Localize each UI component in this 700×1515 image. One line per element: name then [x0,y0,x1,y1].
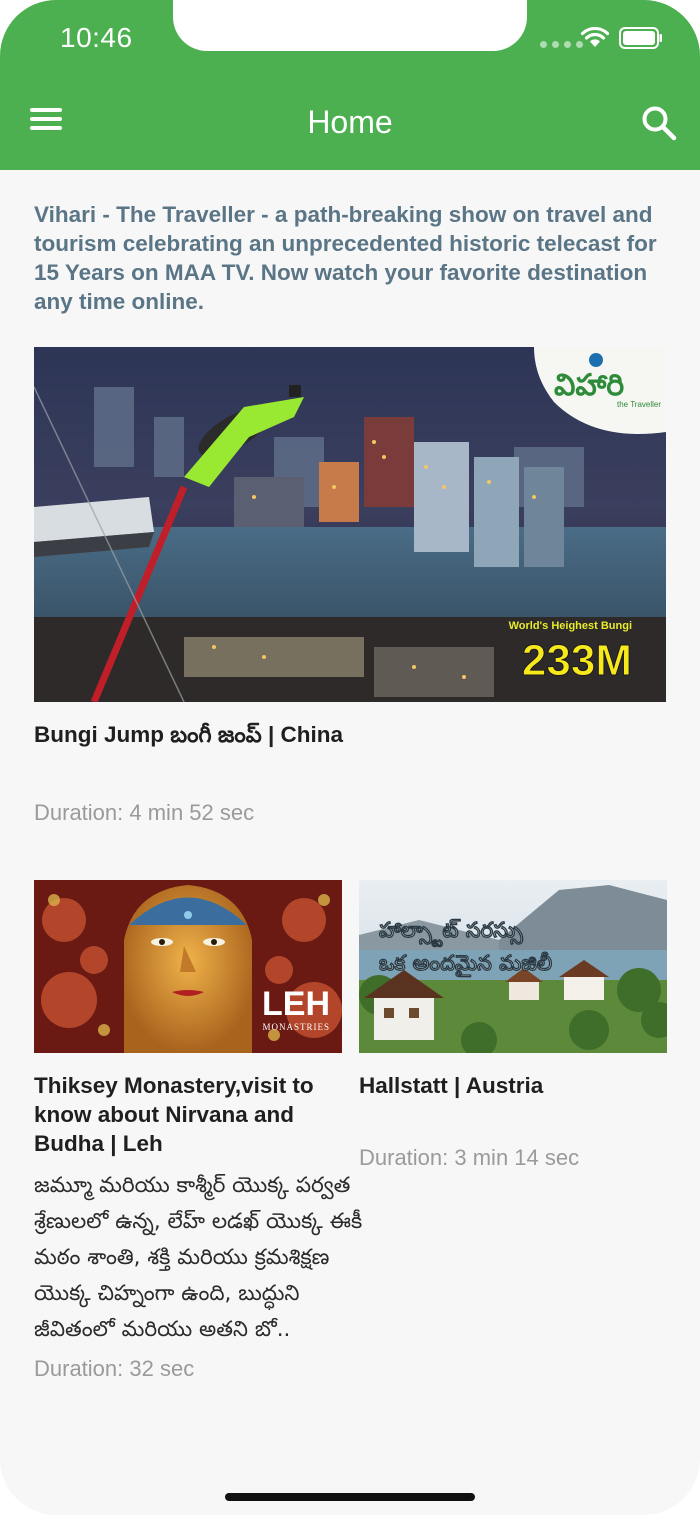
thumb-overlay-line2: ఒక అందమైన మజిలీ [379,951,553,978]
video-duration: Duration: 32 sec [34,1356,195,1381]
wifi-icon [580,26,610,47]
device-notch [173,0,527,51]
thumb-big-number: 233M [522,636,632,685]
video-title[interactable]: Hallstatt | Austria [359,1071,667,1100]
page-title: Home [307,104,393,140]
thumb-overlay-subtext: MONASTRIES [262,1022,330,1032]
search-icon[interactable] [640,104,678,142]
thumb-logo-sub: the Traveller [617,400,661,409]
thumb-logo: విహారి [554,368,624,403]
video-card[interactable]: హాల్స్టాట్ సరస్సు ఒక అందమైన మజిలీ Hallst… [359,880,667,1171]
featured-video-title[interactable]: Bungi Jump బంగీ జంప్ | China [34,722,666,753]
app-screen: 10:46 Home Vihari - The Traveller - a pa… [0,0,700,1515]
cellular-signal-icon [540,41,583,48]
video-title[interactable]: Thiksey Monastery,visit to know about Ni… [34,1071,342,1158]
intro-text: Vihari - The Traveller - a path-breaking… [34,202,657,314]
app-header: 10:46 Home [0,0,700,170]
status-time: 10:46 [60,22,133,53]
battery-icon [619,27,662,49]
thumb-overlay-text: LEH [262,985,330,1023]
featured-video-duration: Duration: 4 min 52 sec [34,800,255,825]
video-duration: Duration: 3 min 14 sec [359,1145,580,1170]
featured-video-thumbnail[interactable]: విహారి the Traveller World's Heighest Bu… [34,347,666,702]
video-thumbnail[interactable]: LEH MONASTRIES [34,880,342,1053]
thumb-caption: World's Heighest Bungi [509,620,632,632]
home-indicator[interactable] [225,1493,475,1501]
video-card[interactable]: LEH MONASTRIES Thiksey Monastery,visit t… [34,880,362,1382]
video-thumbnail[interactable]: హాల్స్టాట్ సరస్సు ఒక అందమైన మజిలీ [359,880,667,1053]
video-description: జమ్మూ మరియు కాశ్మీర్ యొక్క పర్వత శ్రేణుల… [34,1173,363,1342]
